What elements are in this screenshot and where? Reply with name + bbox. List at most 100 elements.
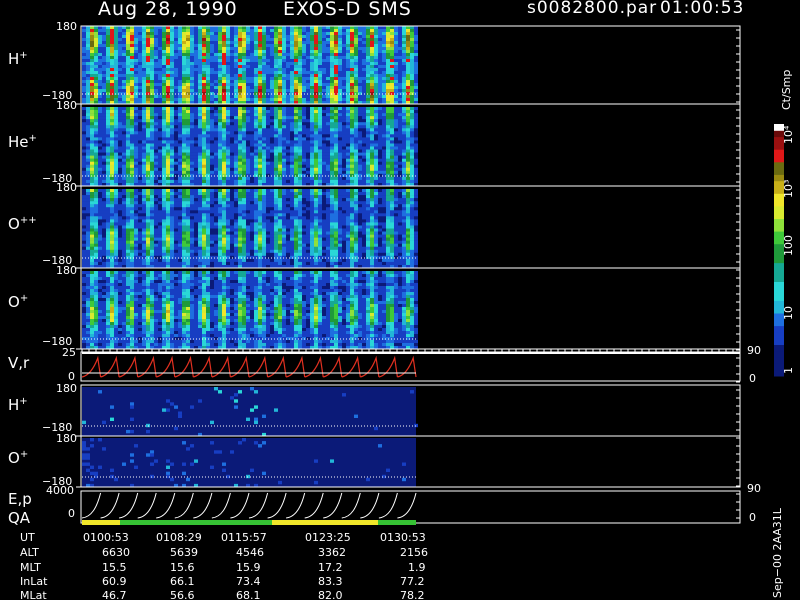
- panel-label-o-plusplus: O++: [8, 215, 37, 233]
- colorbar-tick-1000: 10³: [782, 179, 795, 198]
- energy-trace-segment: [230, 492, 250, 519]
- footer-cell: 6630: [102, 546, 130, 559]
- velocity-trace-segment: [341, 355, 361, 378]
- colorbar-cell: [774, 224, 784, 232]
- energy-trace-segment: [378, 492, 398, 519]
- velocity-trace-segment: [174, 355, 194, 378]
- colorbar-cell: [774, 275, 784, 282]
- footer-cell: 3362: [318, 546, 346, 559]
- qa-bar-segment: [272, 520, 378, 525]
- colorbar-cell: [774, 161, 784, 169]
- panel-label-velocity: V,r: [8, 354, 30, 372]
- colorbar-cell: [774, 294, 784, 301]
- footer-cell: 0123:25: [305, 531, 351, 544]
- velocity-trace-segment: [304, 355, 324, 378]
- velocity-trace-segment: [230, 355, 250, 378]
- footer-cell: 0108:29: [156, 531, 202, 544]
- velocity-trace-segment: [137, 355, 157, 378]
- footer-row-label: UT: [20, 531, 35, 544]
- energy-trace-segment: [174, 492, 194, 519]
- tick-opp-top: 180: [56, 181, 77, 194]
- panel-label-o-plus-2: O+: [8, 449, 29, 467]
- tick-p-bottom: 0: [749, 511, 756, 524]
- velocity-trace-segment: [397, 355, 417, 378]
- energy-trace-segment: [397, 492, 417, 519]
- colorbar-cell: [774, 357, 784, 364]
- heatmap-bg-h-plus-2: [82, 387, 416, 436]
- colorbar-cell: [774, 256, 784, 264]
- velocity-trace-segment: [100, 355, 120, 378]
- panel-label-h-plus: H+: [8, 50, 28, 68]
- velocity-trace-segment: [211, 355, 231, 378]
- tick-o2-top: 180: [56, 432, 77, 445]
- tick-h-top: 180: [56, 20, 77, 33]
- colorbar-tick-10: 10: [782, 306, 795, 320]
- plot-svg: [76, 25, 784, 525]
- tick-h2-top: 180: [56, 382, 77, 395]
- footer-cell: 83.3: [318, 575, 343, 588]
- footer-cell: 0115:57: [221, 531, 267, 544]
- footer-cell: 1.9: [408, 561, 426, 574]
- colorbar-tick-1: 1: [782, 367, 795, 374]
- footer-cell: 15.5: [102, 561, 127, 574]
- footer-cell: 0130:53: [380, 531, 426, 544]
- tick-p-top: 90: [747, 482, 761, 495]
- footer-cell: 4546: [236, 546, 264, 559]
- footer-row-label: MLT: [20, 561, 41, 574]
- energy-trace-segment: [267, 492, 287, 519]
- tick-r-bottom: 0: [749, 372, 756, 385]
- velocity-trace-segment: [248, 355, 269, 378]
- colorbar-cell: [774, 325, 784, 333]
- tick-he-top: 180: [56, 99, 77, 112]
- energy-trace-segment: [304, 492, 324, 519]
- energy-trace-segment: [119, 492, 139, 519]
- panel-label-o-plus: O+: [8, 293, 29, 311]
- energy-trace-segment: [360, 492, 380, 519]
- panel-label-h-plus-2: H+: [8, 396, 28, 414]
- colorbar-title: Ct/Smp: [780, 69, 793, 110]
- colorbar-cell: [774, 319, 784, 327]
- colorbar-cell: [774, 218, 784, 226]
- qa-bar-segment: [82, 520, 120, 525]
- axis-box-1: [80, 351, 741, 382]
- footer-cell: 17.2: [318, 561, 343, 574]
- colorbar-cell: [774, 287, 784, 295]
- footer-cell: 60.9: [102, 575, 127, 588]
- footer-cell: 2156: [400, 546, 428, 559]
- colorbar-tick-10000: 10⁴: [782, 125, 795, 144]
- panel-label-energy: E,p: [8, 490, 32, 508]
- velocity-trace-segment: [156, 355, 176, 378]
- tick-v-top: 25: [62, 346, 76, 359]
- panel-label-he-plus: He+: [8, 133, 37, 151]
- energy-trace-segment: [286, 492, 306, 519]
- colorbar-cell: [774, 149, 784, 156]
- colorbar-cell: [774, 338, 784, 345]
- qa-bar-segment: [378, 520, 416, 525]
- energy-trace-segment: [100, 492, 120, 519]
- velocity-trace-segment: [267, 355, 287, 378]
- colorbar-cell: [774, 262, 784, 270]
- energy-trace-segment: [211, 492, 231, 519]
- footer-cell: 15.9: [236, 561, 261, 574]
- footer-row-label: MLat: [20, 589, 47, 600]
- velocity-trace-segment: [81, 355, 102, 378]
- footer-cell: 77.2: [400, 575, 425, 588]
- footer-cell: 5639: [170, 546, 198, 559]
- footer-cell: 82.0: [318, 589, 343, 600]
- colorbar-cell: [774, 199, 784, 207]
- colorbar-cell: [774, 155, 784, 163]
- energy-trace-segment: [323, 492, 343, 519]
- colorbar-cell: [774, 350, 784, 358]
- footer-row-label: InLat: [20, 575, 48, 588]
- colorbar-tick-100: 100: [782, 235, 795, 256]
- footer-row-label: ALT: [20, 546, 39, 559]
- tick-e-top: 4000: [46, 484, 74, 497]
- velocity-trace-segment: [360, 355, 380, 378]
- energy-trace-segment: [193, 492, 213, 519]
- tick-op-top: 180: [56, 264, 77, 277]
- colorbar-cell: [774, 212, 784, 219]
- footer-cell: 73.4: [236, 575, 261, 588]
- footer-cell: 68.1: [236, 589, 261, 600]
- footer-cell: 78.2: [400, 589, 425, 600]
- colorbar-cell: [774, 344, 784, 352]
